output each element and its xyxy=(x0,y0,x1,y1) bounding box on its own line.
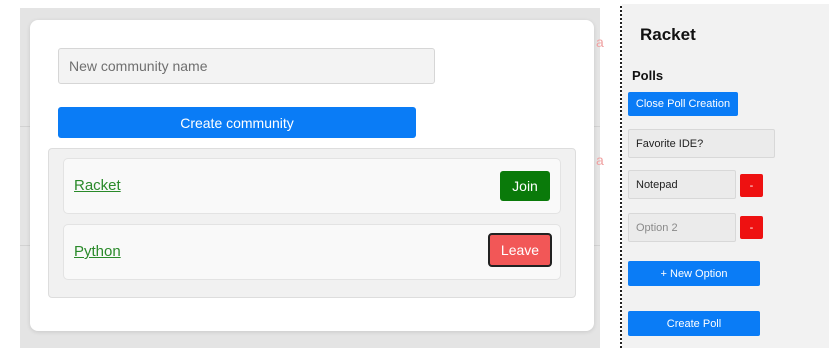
join-button[interactable]: Join xyxy=(500,171,550,201)
community-link-python[interactable]: Python xyxy=(74,243,121,260)
poll-option-input-1[interactable] xyxy=(628,170,736,199)
community-modal: Create community Racket Join Python Leav… xyxy=(30,20,594,331)
remove-option-button[interactable]: - xyxy=(740,216,763,239)
community-link-racket[interactable]: Racket xyxy=(74,177,121,194)
community-name-input[interactable] xyxy=(58,48,435,84)
create-community-button[interactable]: Create community xyxy=(58,107,416,138)
new-option-button[interactable]: + New Option xyxy=(628,261,760,286)
backdrop-text-fragment: a xyxy=(596,34,604,50)
community-item-racket: Racket Join xyxy=(63,158,561,214)
create-poll-button[interactable]: Create Poll xyxy=(628,311,760,336)
backdrop-text-fragment: a xyxy=(596,152,604,168)
remove-option-button[interactable]: - xyxy=(740,174,763,197)
community-title: Racket xyxy=(640,25,696,44)
poll-panel: Racket Polls Close Poll Creation - - + N… xyxy=(622,4,829,348)
polls-heading: Polls xyxy=(632,68,664,83)
close-poll-creation-button[interactable]: Close Poll Creation xyxy=(628,92,738,116)
leave-button[interactable]: Leave xyxy=(488,233,552,267)
poll-question-input[interactable] xyxy=(628,129,775,158)
poll-option-input-2[interactable] xyxy=(628,213,736,242)
community-list: Racket Join Python Leave xyxy=(48,148,576,298)
community-item-python: Python Leave xyxy=(63,224,561,280)
